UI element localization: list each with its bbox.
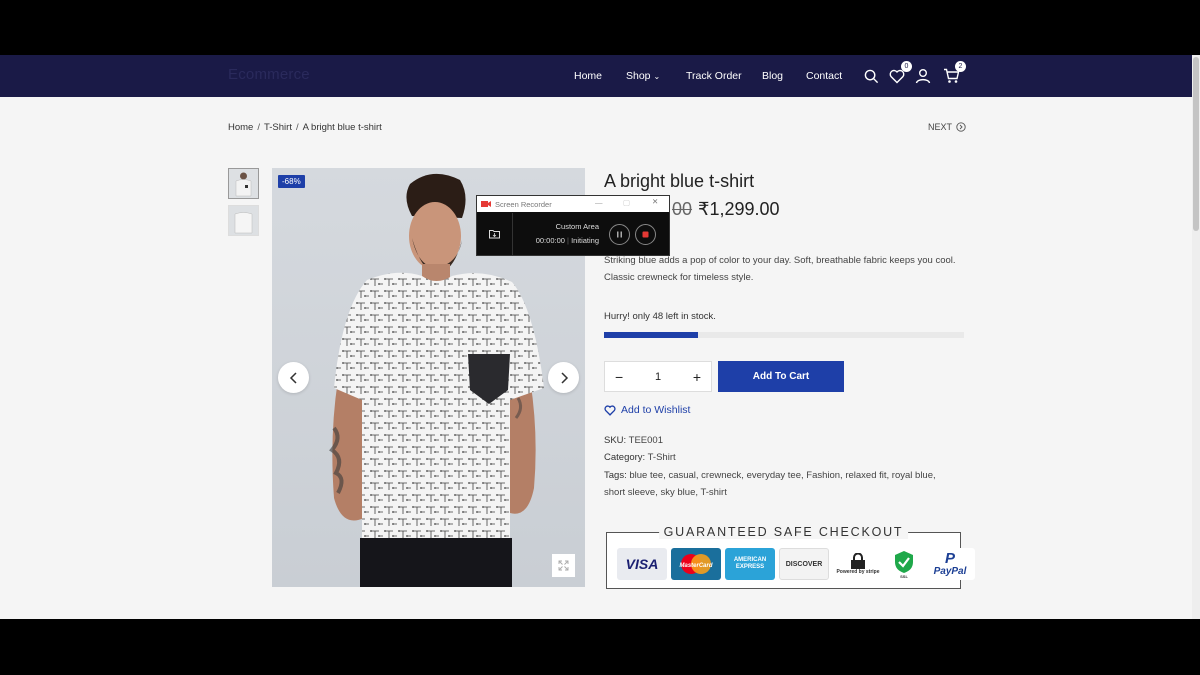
amex-card-icon: AMERICAN EXPRESS [725,548,775,580]
page-scrollbar-thumb[interactable] [1193,57,1199,231]
product-sku: SKU: TEE001 [604,432,663,449]
discover-card-icon: DISCOVER [779,548,829,580]
screen-recorder-widget: Screen Recorder — ▢ ✕ Custom Area 00:00:… [476,195,670,256]
stock-progress-bar [604,332,964,338]
page: Ecommerce Home Shop ⌄ Track Order Blog C… [0,55,1200,619]
next-label: NEXT [928,122,953,132]
breadcrumb-home[interactable]: Home [228,122,253,133]
chevron-right-icon [560,371,568,384]
old-price: 00 [672,199,693,219]
safe-checkout-badge: GUARANTEED SAFE CHECKOUT VISA MasterCard… [606,525,975,589]
breadcrumb: Home / T-Shirt / A bright blue t-shirt [228,122,382,133]
nav-links: Home Shop ⌄ Track Order Blog Contact [574,55,856,97]
sale-badge: -68% [278,175,305,188]
recorder-status: Initiating [571,236,599,245]
current-price: ₹1,299.00 [698,199,780,219]
chevron-left-icon [289,371,297,384]
safe-checkout-title: GUARANTEED SAFE CHECKOUT [658,525,909,539]
top-navbar: Ecommerce Home Shop ⌄ Track Order Blog C… [0,55,1192,97]
breadcrumb-category[interactable]: T-Shirt [264,122,292,133]
cart-icon[interactable]: 2 [942,61,966,85]
ssl-shield-icon: SSL [887,548,921,580]
zoom-expand-button[interactable] [552,554,575,577]
search-icon[interactable] [862,67,880,85]
nav-track-order[interactable]: Track Order [686,70,762,82]
minimize-icon[interactable]: — [595,198,603,207]
sku-value: TEE001 [628,435,663,446]
payment-cards: VISA MasterCard AMERICAN EXPRESS DISCOVE… [617,548,975,580]
visa-card-icon: VISA [617,548,667,580]
wishlist-label: Add to Wishlist [621,404,691,416]
gallery-next-button[interactable] [548,362,579,393]
nav-home[interactable]: Home [574,70,626,82]
mastercard-icon: MasterCard [671,548,721,580]
product-description: Striking blue adds a pop of color to you… [604,255,956,283]
recorder-timer: 00:00:00 | Initiating [535,236,599,245]
product-title: A bright blue t-shirt [604,171,755,191]
quantity-decrease-button[interactable]: − [615,369,623,385]
chevron-right-circle-icon [956,122,966,132]
recorder-body: Custom Area 00:00:00 | Initiating [477,213,669,255]
tags-line-1[interactable]: blue tee, casual, crewneck, everyday tee… [629,470,935,481]
site-logo[interactable]: Ecommerce [228,66,310,83]
recorder-title: Screen Recorder [495,199,552,209]
tags-line-2[interactable]: short sleeve, sky blue, T-shirt [604,487,727,498]
chevron-down-icon: ⌄ [653,72,661,81]
product-category: Category: T-Shirt [604,449,676,466]
expand-icon [558,560,569,571]
user-account-icon[interactable] [914,67,932,85]
gallery-thumbnail-2[interactable] [228,205,259,236]
nav-blog[interactable]: Blog [762,70,806,82]
quantity-increase-button[interactable]: + [693,369,701,385]
letterbox-top [0,0,1200,55]
screen-recorder-titlebar: Screen Recorder — ▢ ✕ [477,196,669,212]
cart-count-badge: 2 [955,61,966,72]
stop-button[interactable] [635,223,656,245]
recorder-info: Custom Area 00:00:00 | Initiating [513,220,603,248]
pause-icon [617,231,622,237]
tags-label: Tags: [604,470,627,481]
gallery-prev-button[interactable] [278,362,309,393]
pause-button[interactable] [609,223,630,245]
stock-progress-fill [604,332,698,338]
category-label: Category: [604,452,646,463]
svg-text:MasterCard: MasterCard [679,563,712,569]
add-to-wishlist-link[interactable]: Add to Wishlist [604,404,690,416]
wishlist-heart-icon[interactable]: 0 [888,61,912,85]
heart-icon [604,404,616,416]
stripe-lock-icon: Powered by stripe [833,548,883,580]
breadcrumb-current: A bright blue t-shirt [302,122,382,133]
quantity-input[interactable]: 1 [655,371,661,383]
recorder-time: 00:00:00 [535,236,565,245]
product-tags: Tags: blue tee, casual, crewneck, everyd… [604,467,964,501]
folder-icon [489,230,500,239]
quantity-stepper: − 1 + [604,361,712,392]
nav-shop-label: Shop [626,70,651,82]
add-to-cart-button[interactable]: Add To Cart [718,361,844,392]
close-icon[interactable]: ✕ [652,197,658,206]
nav-contact[interactable]: Contact [806,70,856,82]
paypal-icon: P PayPal [925,548,975,580]
nav-icons: 0 2 [862,55,968,97]
sku-label: SKU: [604,435,627,446]
stop-icon [642,231,649,237]
stock-text: Hurry! only 48 left in stock. [604,311,716,322]
nav-shop[interactable]: Shop ⌄ [626,70,686,82]
category-link[interactable]: T-Shirt [648,452,676,463]
recorder-mode: Custom Area [555,222,599,231]
letterbox-bottom [0,619,1200,675]
maximize-icon[interactable]: ▢ [623,198,630,207]
wishlist-count-badge: 0 [901,61,912,72]
recorder-camera-icon [481,201,491,207]
gallery-thumbnail-1[interactable] [228,168,259,199]
recorder-folder-button[interactable] [477,213,513,255]
next-product-link[interactable]: NEXT [928,122,966,132]
